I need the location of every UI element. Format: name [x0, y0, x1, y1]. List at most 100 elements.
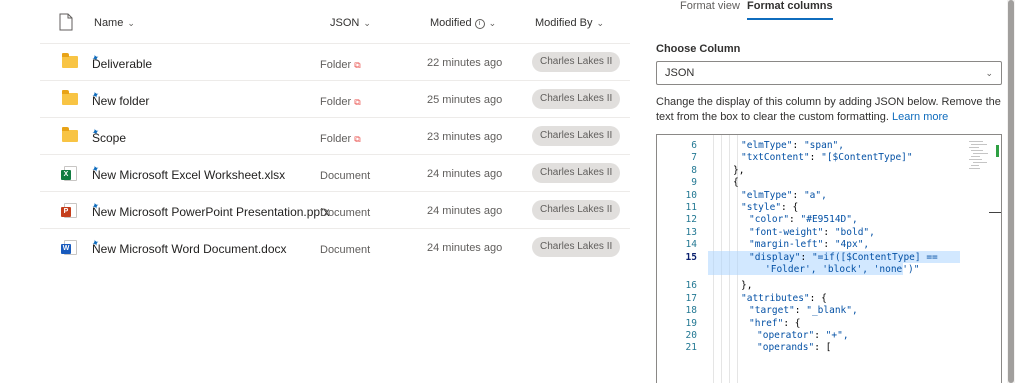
line-number: 21 [685, 342, 697, 354]
code-line: "color": "#E9514D", [749, 214, 858, 226]
excel-icon: X [61, 166, 77, 181]
change-indicator [996, 145, 999, 157]
code-line: "txtContent": "[$ContentType]" [741, 152, 913, 164]
folder-icon [62, 127, 78, 142]
content-type-cell: Folder ⧉ [320, 133, 361, 145]
word-icon: W [61, 240, 77, 255]
line-number: 17 [685, 292, 697, 304]
chevron-down-icon: ⌄ [488, 18, 497, 28]
powerpoint-icon: P [61, 203, 77, 218]
modified-by-pill[interactable]: Charles Lakes II [532, 200, 621, 220]
column-header-name[interactable]: Name ⌄ [94, 17, 135, 29]
chevron-down-icon: ⌄ [985, 68, 993, 78]
line-number: 6 [691, 140, 697, 151]
column-header-modified-label: Modified [430, 17, 472, 29]
json-code-editor[interactable]: 6 "elmType": "span", 7 "txtContent": "[$Con… [656, 134, 1002, 383]
table-row[interactable]: W ✦ New Microsoft Word Document.docx Doc… [40, 228, 630, 265]
scrollbar-thumb[interactable] [1008, 0, 1014, 383]
line-number: 18 [685, 305, 697, 317]
column-header-modified-by[interactable]: Modified By ⌄ [535, 17, 604, 29]
code-line: "elmType": "a", [741, 189, 827, 201]
table-row[interactable]: ✦ New folder Folder ⧉ 25 minutes ago Char… [40, 80, 630, 117]
column-header-json-label: JSON [330, 17, 360, 29]
learn-more-link[interactable]: Learn more [892, 111, 948, 123]
open-external-icon[interactable]: ⧉ [354, 134, 360, 144]
modified-by-pill[interactable]: Charles Lakes II [532, 126, 621, 146]
format-panel: Format view Format columns Choose Column… [640, 0, 1010, 383]
content-type-text: Folder [320, 133, 352, 145]
line-number: 13 [685, 226, 697, 238]
choose-column-label: Choose Column [656, 43, 741, 55]
file-type-icon[interactable] [59, 13, 73, 31]
code-line: "elmType": "span", [741, 140, 844, 151]
line-number: 8 [691, 164, 697, 176]
open-external-icon[interactable]: ⧉ [354, 97, 360, 107]
modified-by-pill[interactable]: Charles Lakes II [532, 52, 621, 72]
item-name-link[interactable]: New folder [90, 94, 149, 108]
line-number: 9 [691, 177, 697, 189]
content-type-text: Folder [320, 59, 352, 71]
column-select-value: JSON [665, 67, 695, 79]
modified-cell: 24 minutes ago [427, 205, 503, 217]
item-name-link[interactable]: Scope [90, 131, 126, 145]
chevron-down-icon: ⌄ [596, 18, 605, 28]
modified-cell: 22 minutes ago [427, 57, 503, 69]
line-number: 15 [685, 251, 697, 263]
code-line: 'Folder', 'block', 'none')" [765, 264, 920, 275]
modified-cell: 24 minutes ago [427, 242, 503, 254]
table-row[interactable]: P ✦ New Microsoft PowerPoint Presentatio… [40, 191, 630, 228]
format-description: Change the display of this column by add… [656, 95, 1002, 125]
line-number: 14 [685, 239, 697, 251]
code-line: "style": { [741, 202, 799, 213]
table-row[interactable]: X ✦ New Microsoft Excel Worksheet.xlsx D… [40, 154, 630, 191]
overview-ruler-mark [989, 212, 1001, 213]
table-row[interactable]: ✦ Deliverable Folder ⧉ 22 minutes ago Cha… [40, 43, 630, 80]
editor-minimap[interactable] [967, 139, 989, 179]
line-number: 12 [685, 214, 697, 226]
code-line: "display": "=if([$ContentType] == [749, 251, 938, 263]
line-number: 16 [685, 280, 697, 292]
chevron-down-icon: ⌄ [127, 18, 135, 28]
tab-format-columns[interactable]: Format columns [747, 0, 833, 20]
table-row[interactable]: ✦ Scope Folder ⧉ 23 minutes ago Charles L… [40, 117, 630, 154]
item-name-link[interactable]: New Microsoft Excel Worksheet.xlsx [90, 168, 285, 182]
content-type-cell: Document [320, 170, 371, 182]
modified-cell: 23 minutes ago [427, 131, 503, 143]
line-number: 7 [691, 152, 697, 164]
code-line: "operands": [ [757, 342, 832, 354]
modified-cell: 24 minutes ago [427, 168, 503, 180]
column-header-modified[interactable]: Modified i ⌄ [430, 17, 496, 29]
chevron-down-icon: ⌄ [363, 18, 371, 28]
folder-icon [62, 53, 78, 68]
column-header-json[interactable]: JSON ⌄ [330, 17, 371, 29]
code-line: "operator": "+", [757, 330, 849, 341]
folder-icon [62, 90, 78, 105]
item-name-link[interactable]: New Microsoft PowerPoint Presentation.pp… [90, 205, 329, 219]
tab-format-view[interactable]: Format view [680, 0, 740, 20]
content-type-cell: Folder ⧉ [320, 59, 361, 71]
content-type-text: Folder [320, 96, 352, 108]
column-header-modified-by-label: Modified By [535, 17, 593, 29]
column-select[interactable]: JSON ⌄ [656, 61, 1002, 85]
line-number: 11 [685, 202, 697, 213]
code-line: }, [741, 280, 753, 292]
content-type-cell: Document [320, 244, 371, 256]
code-line: "font-weight": "bold", [749, 226, 875, 238]
modified-by-pill[interactable]: Charles Lakes II [532, 163, 621, 183]
code-line: "target": "_blank", [749, 305, 858, 317]
open-external-icon[interactable]: ⧉ [354, 60, 360, 70]
document-list: Name ⌄ JSON ⌄ Modified i ⌄ Modified By ⌄ ✦ De… [0, 0, 640, 383]
item-name-link[interactable]: Deliverable [90, 57, 152, 71]
column-header-name-label: Name [94, 17, 124, 29]
info-icon[interactable]: i [474, 19, 485, 29]
code-line: { [733, 177, 739, 189]
modified-cell: 25 minutes ago [427, 94, 503, 106]
content-type-cell: Folder ⧉ [320, 96, 361, 108]
line-number: 20 [685, 330, 697, 341]
code-line: "margin-left": "4px", [749, 239, 870, 251]
modified-by-pill[interactable]: Charles Lakes II [532, 237, 621, 257]
code-line: "href": { [749, 317, 801, 329]
page-scrollbar[interactable] [1007, 0, 1015, 383]
modified-by-pill[interactable]: Charles Lakes II [532, 89, 621, 109]
item-name-link[interactable]: New Microsoft Word Document.docx [90, 242, 287, 256]
